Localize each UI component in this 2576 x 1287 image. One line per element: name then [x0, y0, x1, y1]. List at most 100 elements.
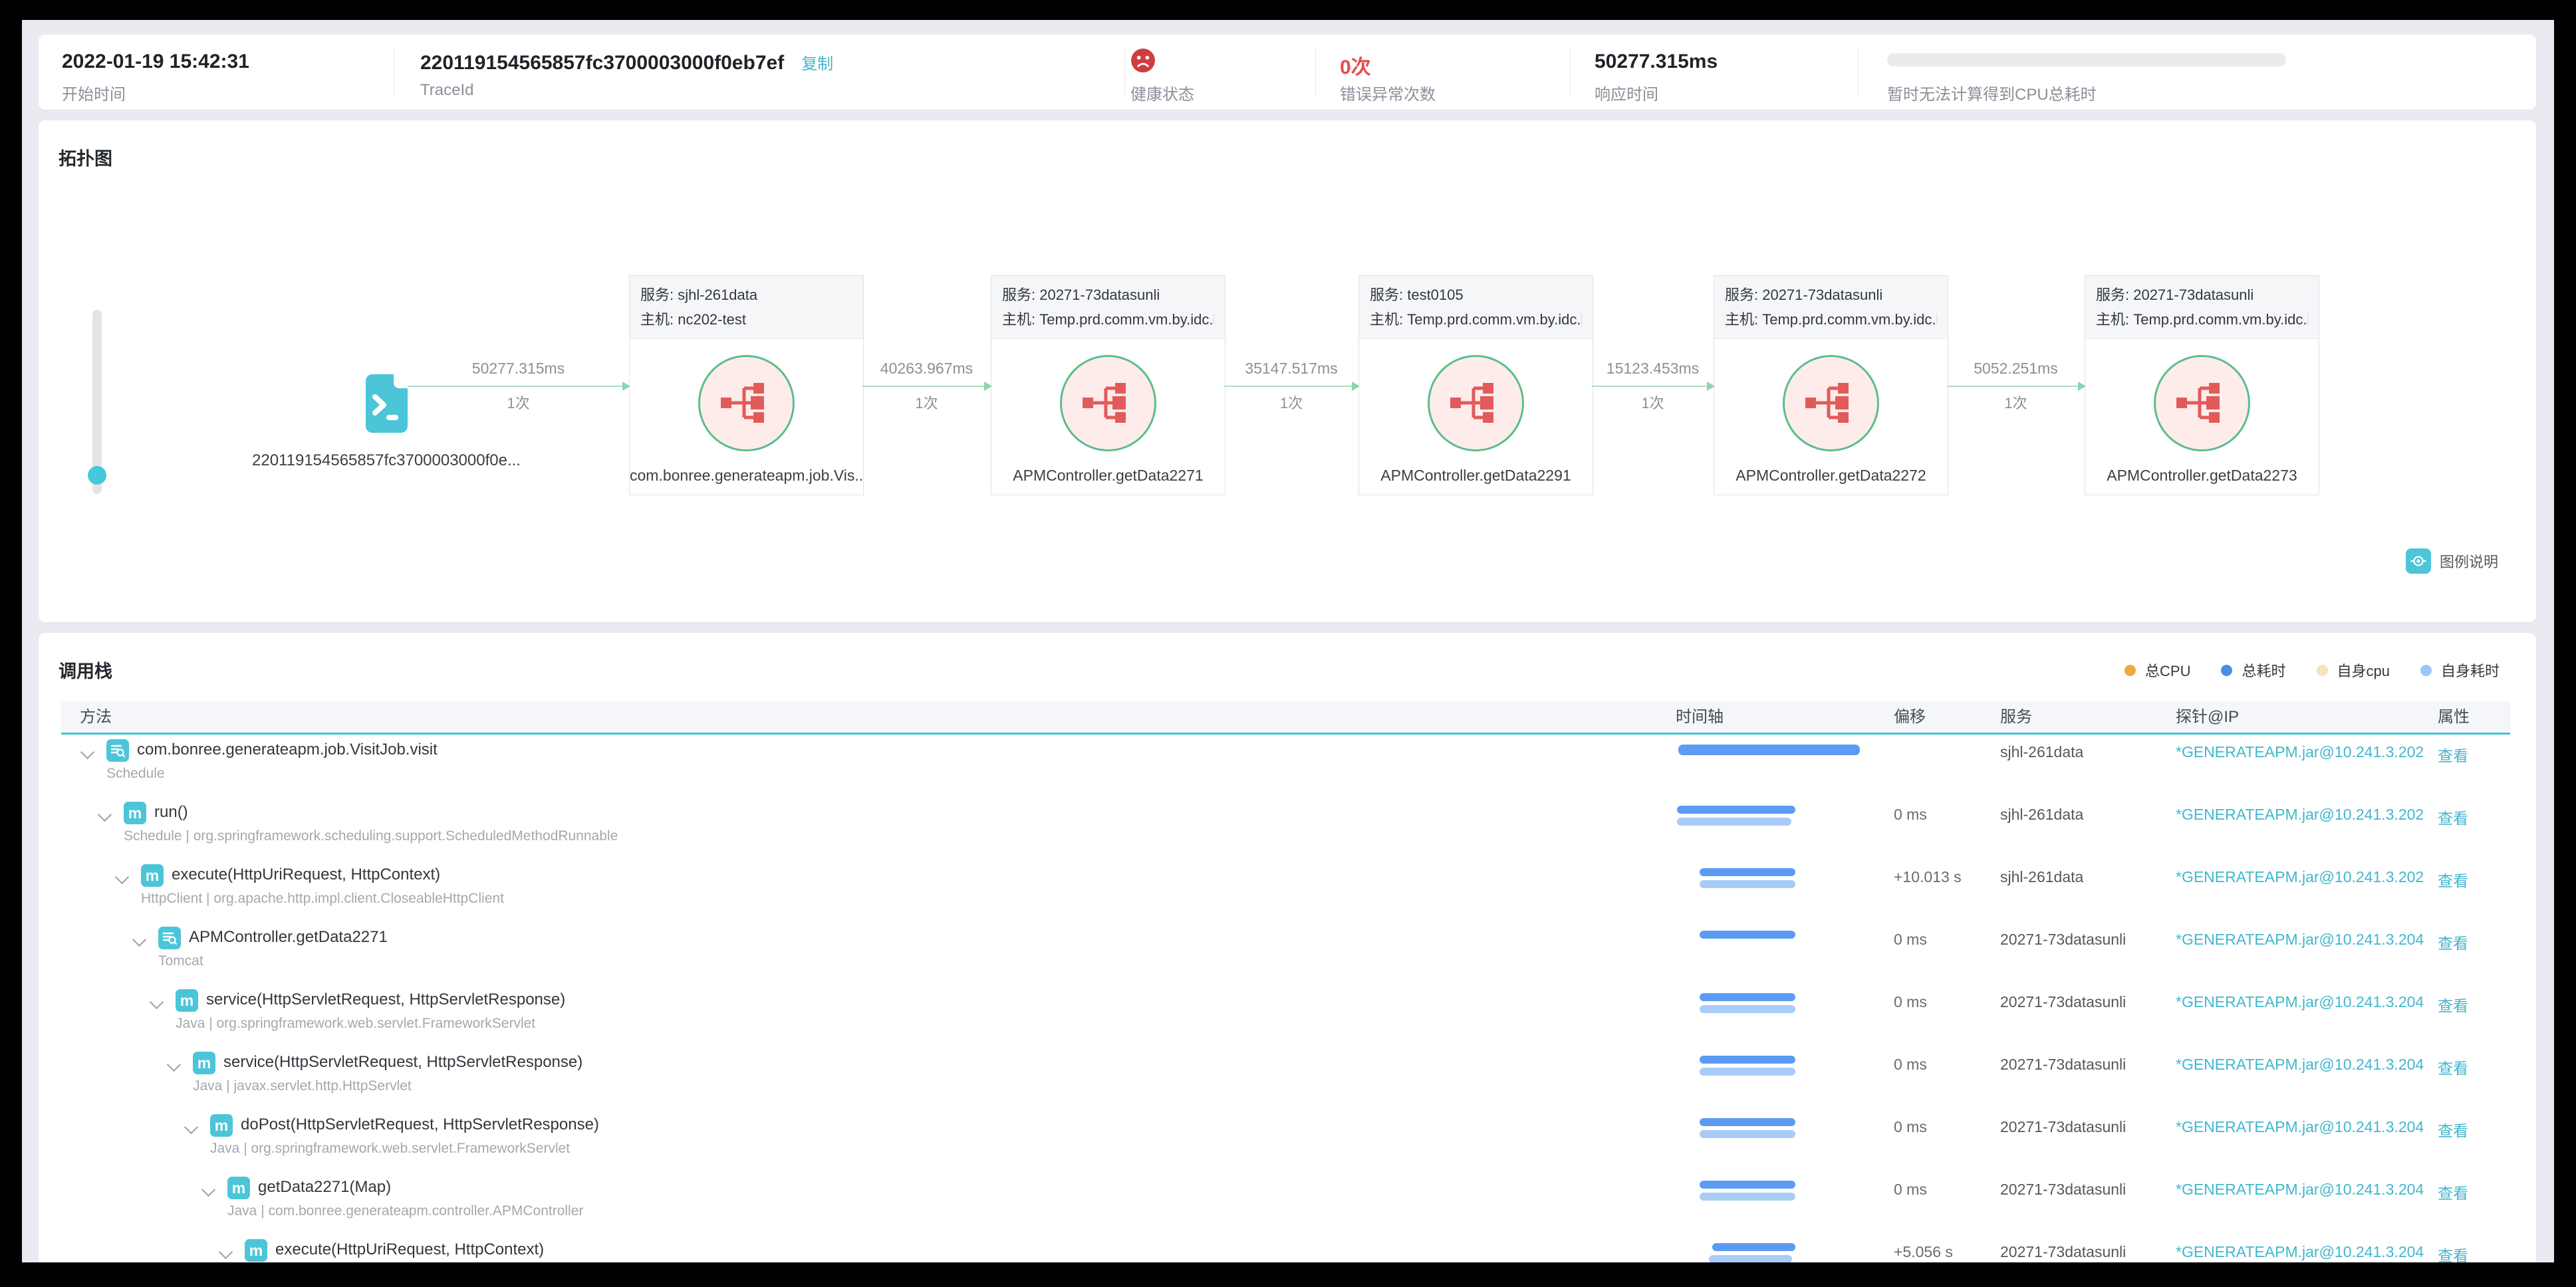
callstack-row[interactable]: m service(HttpServletRequest, HttpServle… [61, 988, 2510, 1050]
view-attributes-link[interactable]: 查看 [2438, 806, 2468, 828]
probe-ip-link[interactable]: *GENERATEAPM.jar@10.241.3.204 [2176, 1056, 2424, 1074]
edge-arrow [862, 382, 992, 391]
chevron-down-icon[interactable] [166, 1057, 182, 1072]
copy-traceid-button[interactable]: 复制 [801, 55, 833, 73]
column-header-1: 方法 [80, 708, 112, 726]
topology-node-body [991, 339, 1225, 467]
node-method-label: APMController.getData2291 [1380, 467, 1571, 484]
method-name: run() [154, 803, 188, 821]
column-header-5: 探针@IP [2176, 708, 2240, 726]
probe-ip-link[interactable]: *GENERATEAPM.jar@10.241.3.202 [2176, 868, 2424, 886]
stat-value: 220119154565857fc3700003000f0eb7ef 复制 [420, 52, 834, 74]
edge-duration-label: 35147.517ms [1245, 360, 1338, 377]
column-header-4: 服务 [2000, 708, 2032, 726]
callstack-row[interactable]: com.bonree.generateapm.job.VisitJob.visi… [61, 738, 2510, 800]
probe-ip-link[interactable]: *GENERATEAPM.jar@10.241.3.202 [2176, 743, 2424, 761]
method-name: service(HttpServletRequest, HttpServletR… [223, 1053, 583, 1071]
method-name: com.bonree.generateapm.job.VisitJob.visi… [137, 741, 438, 759]
timeline-bar-dark [1712, 1243, 1795, 1251]
trace-start-node[interactable] [366, 374, 408, 433]
topology-card: 拓扑图 220119154565857fc3700003000f0e... 服务… [39, 120, 2536, 622]
method-detail: Java | org.springframework.web.servlet.F… [210, 1141, 571, 1156]
legend-button[interactable]: 图例说明 [2406, 548, 2498, 574]
trace-summary-card: 2022-01-19 15:42:31 开始时间 220119154565857fc… [39, 35, 2536, 110]
view-attributes-link[interactable]: 查看 [2438, 868, 2468, 891]
view-attributes-link[interactable]: 查看 [2438, 993, 2468, 1016]
edge-duration-label: 5052.251ms [1974, 360, 2058, 377]
legend-target-icon [2406, 548, 2431, 574]
edge-count-label: 1次 [915, 395, 938, 411]
callstack-row[interactable]: m execute(HttpUriRequest, HttpContext) H… [61, 863, 2510, 925]
callstack-row[interactable]: m execute(HttpUriRequest, HttpContext) +… [61, 1238, 2510, 1262]
node-method-label: APMController.getData2273 [2107, 467, 2297, 484]
service-name: sjhl-261data [2000, 806, 2084, 823]
probe-ip-link[interactable]: *GENERATEAPM.jar@10.241.3.202 [2176, 806, 2424, 824]
edge-count-label: 1次 [1641, 395, 1664, 411]
topology-node-1[interactable]: 服务: sjhl-261data 主机: nc202-test com.bonr… [629, 275, 864, 495]
service-name: 20271-73datasunli [2000, 931, 2126, 948]
timeline-bar-light [1700, 1005, 1795, 1013]
chevron-down-icon[interactable] [218, 1244, 233, 1260]
sitemap-icon [1450, 383, 1493, 423]
method-icon: m [227, 1177, 250, 1199]
method-detail: Tomcat [158, 953, 203, 969]
probe-ip-link[interactable]: *GENERATEAPM.jar@10.241.3.204 [2176, 1243, 2424, 1261]
callstack-row[interactable]: APMController.getData2271 Tomcat 0 ms 20… [61, 925, 2510, 988]
chevron-down-icon[interactable] [97, 807, 112, 822]
edge-duration-label: 40263.967ms [880, 360, 973, 377]
legend-dot [2420, 664, 2432, 676]
callstack-row[interactable]: m service(HttpServletRequest, HttpServle… [61, 1050, 2510, 1113]
offset-value: 0 ms [1894, 1118, 1927, 1135]
timeline-bar-dark [1700, 1056, 1795, 1064]
offset-value: 0 ms [1894, 931, 1927, 948]
offset-value: 0 ms [1894, 993, 1927, 1010]
node-host-label: 主机: nc202-test [640, 311, 746, 328]
service-name: 20271-73datasunli [2000, 1056, 2126, 1073]
view-attributes-link[interactable]: 查看 [2438, 1181, 2468, 1203]
view-attributes-link[interactable]: 查看 [2438, 931, 2468, 953]
chevron-down-icon[interactable] [201, 1182, 216, 1197]
offset-value: 0 ms [1894, 1056, 1927, 1073]
view-attributes-link[interactable]: 查看 [2438, 1243, 2468, 1262]
timeline-bar-dark [1700, 993, 1795, 1001]
method-name: getData2271(Map) [258, 1178, 392, 1196]
callstack-row[interactable]: m run() Schedule | org.springframework.s… [61, 800, 2510, 863]
stat-label: 暂时无法计算得到CPU总耗时 [1887, 86, 2097, 104]
callstack-row[interactable]: m doPost(HttpServletRequest, HttpServlet… [61, 1113, 2510, 1175]
zoom-slider-track[interactable] [88, 310, 106, 494]
method-icon: m [245, 1239, 267, 1262]
trace-detail-screen: 2022-01-19 15:42:31 开始时间 220119154565857fc… [0, 0, 2576, 1287]
view-attributes-link[interactable]: 查看 [2438, 1118, 2468, 1141]
chevron-down-icon[interactable] [80, 745, 95, 760]
topology-node-4[interactable]: 服务: 20271-73datasunli 主机: Temp.prd.comm.… [1714, 275, 1948, 495]
chevron-down-icon[interactable] [114, 870, 130, 885]
method-detail: HttpClient | org.apache.http.impl.client… [141, 891, 504, 906]
probe-ip-link[interactable]: *GENERATEAPM.jar@10.241.3.204 [2176, 1118, 2424, 1136]
edge-count-label: 1次 [1279, 395, 1303, 411]
topology-node-2[interactable]: 服务: 20271-73datasunli 主机: Temp.prd.comm.… [991, 275, 1225, 495]
timeline-bar-dark [1700, 931, 1795, 939]
view-attributes-link[interactable]: 查看 [2438, 743, 2468, 766]
chevron-down-icon[interactable] [149, 994, 164, 1010]
legend-dot [2221, 664, 2233, 676]
node-method-label: APMController.getData2271 [1013, 467, 1204, 484]
topology-node-5[interactable]: 服务: 20271-73datasunli 主机: Temp.prd.comm.… [2085, 275, 2319, 495]
view-attributes-link[interactable]: 查看 [2438, 1056, 2468, 1078]
probe-ip-link[interactable]: *GENERATEAPM.jar@10.241.3.204 [2176, 1181, 2424, 1199]
method-detail: Java | com.bonree.generateapm.controller… [227, 1203, 584, 1219]
topology-node-3[interactable]: 服务: test0105 主机: Temp.prd.comm.vm.by.idc… [1358, 275, 1593, 495]
callstack-row[interactable]: m getData2271(Map) Java | com.bonree.gen… [61, 1175, 2510, 1238]
legend-label: 总耗时 [2242, 663, 2286, 679]
sitemap-icon [1082, 383, 1126, 423]
probe-ip-link[interactable]: *GENERATEAPM.jar@10.241.3.204 [2176, 931, 2424, 949]
timeline-bar-dark [1677, 806, 1795, 814]
node-service-label: 服务: test0105 [1370, 287, 1464, 303]
topology-node-body [630, 339, 863, 467]
edge-arrow [1947, 382, 2086, 391]
chevron-down-icon[interactable] [184, 1119, 199, 1135]
probe-ip-link[interactable]: *GENERATEAPM.jar@10.241.3.204 [2176, 993, 2424, 1011]
chevron-down-icon[interactable] [132, 932, 147, 947]
zoom-slider-handle[interactable] [88, 466, 106, 485]
method-detail: Schedule [106, 766, 165, 781]
timeline-bar-light [1700, 1130, 1795, 1138]
